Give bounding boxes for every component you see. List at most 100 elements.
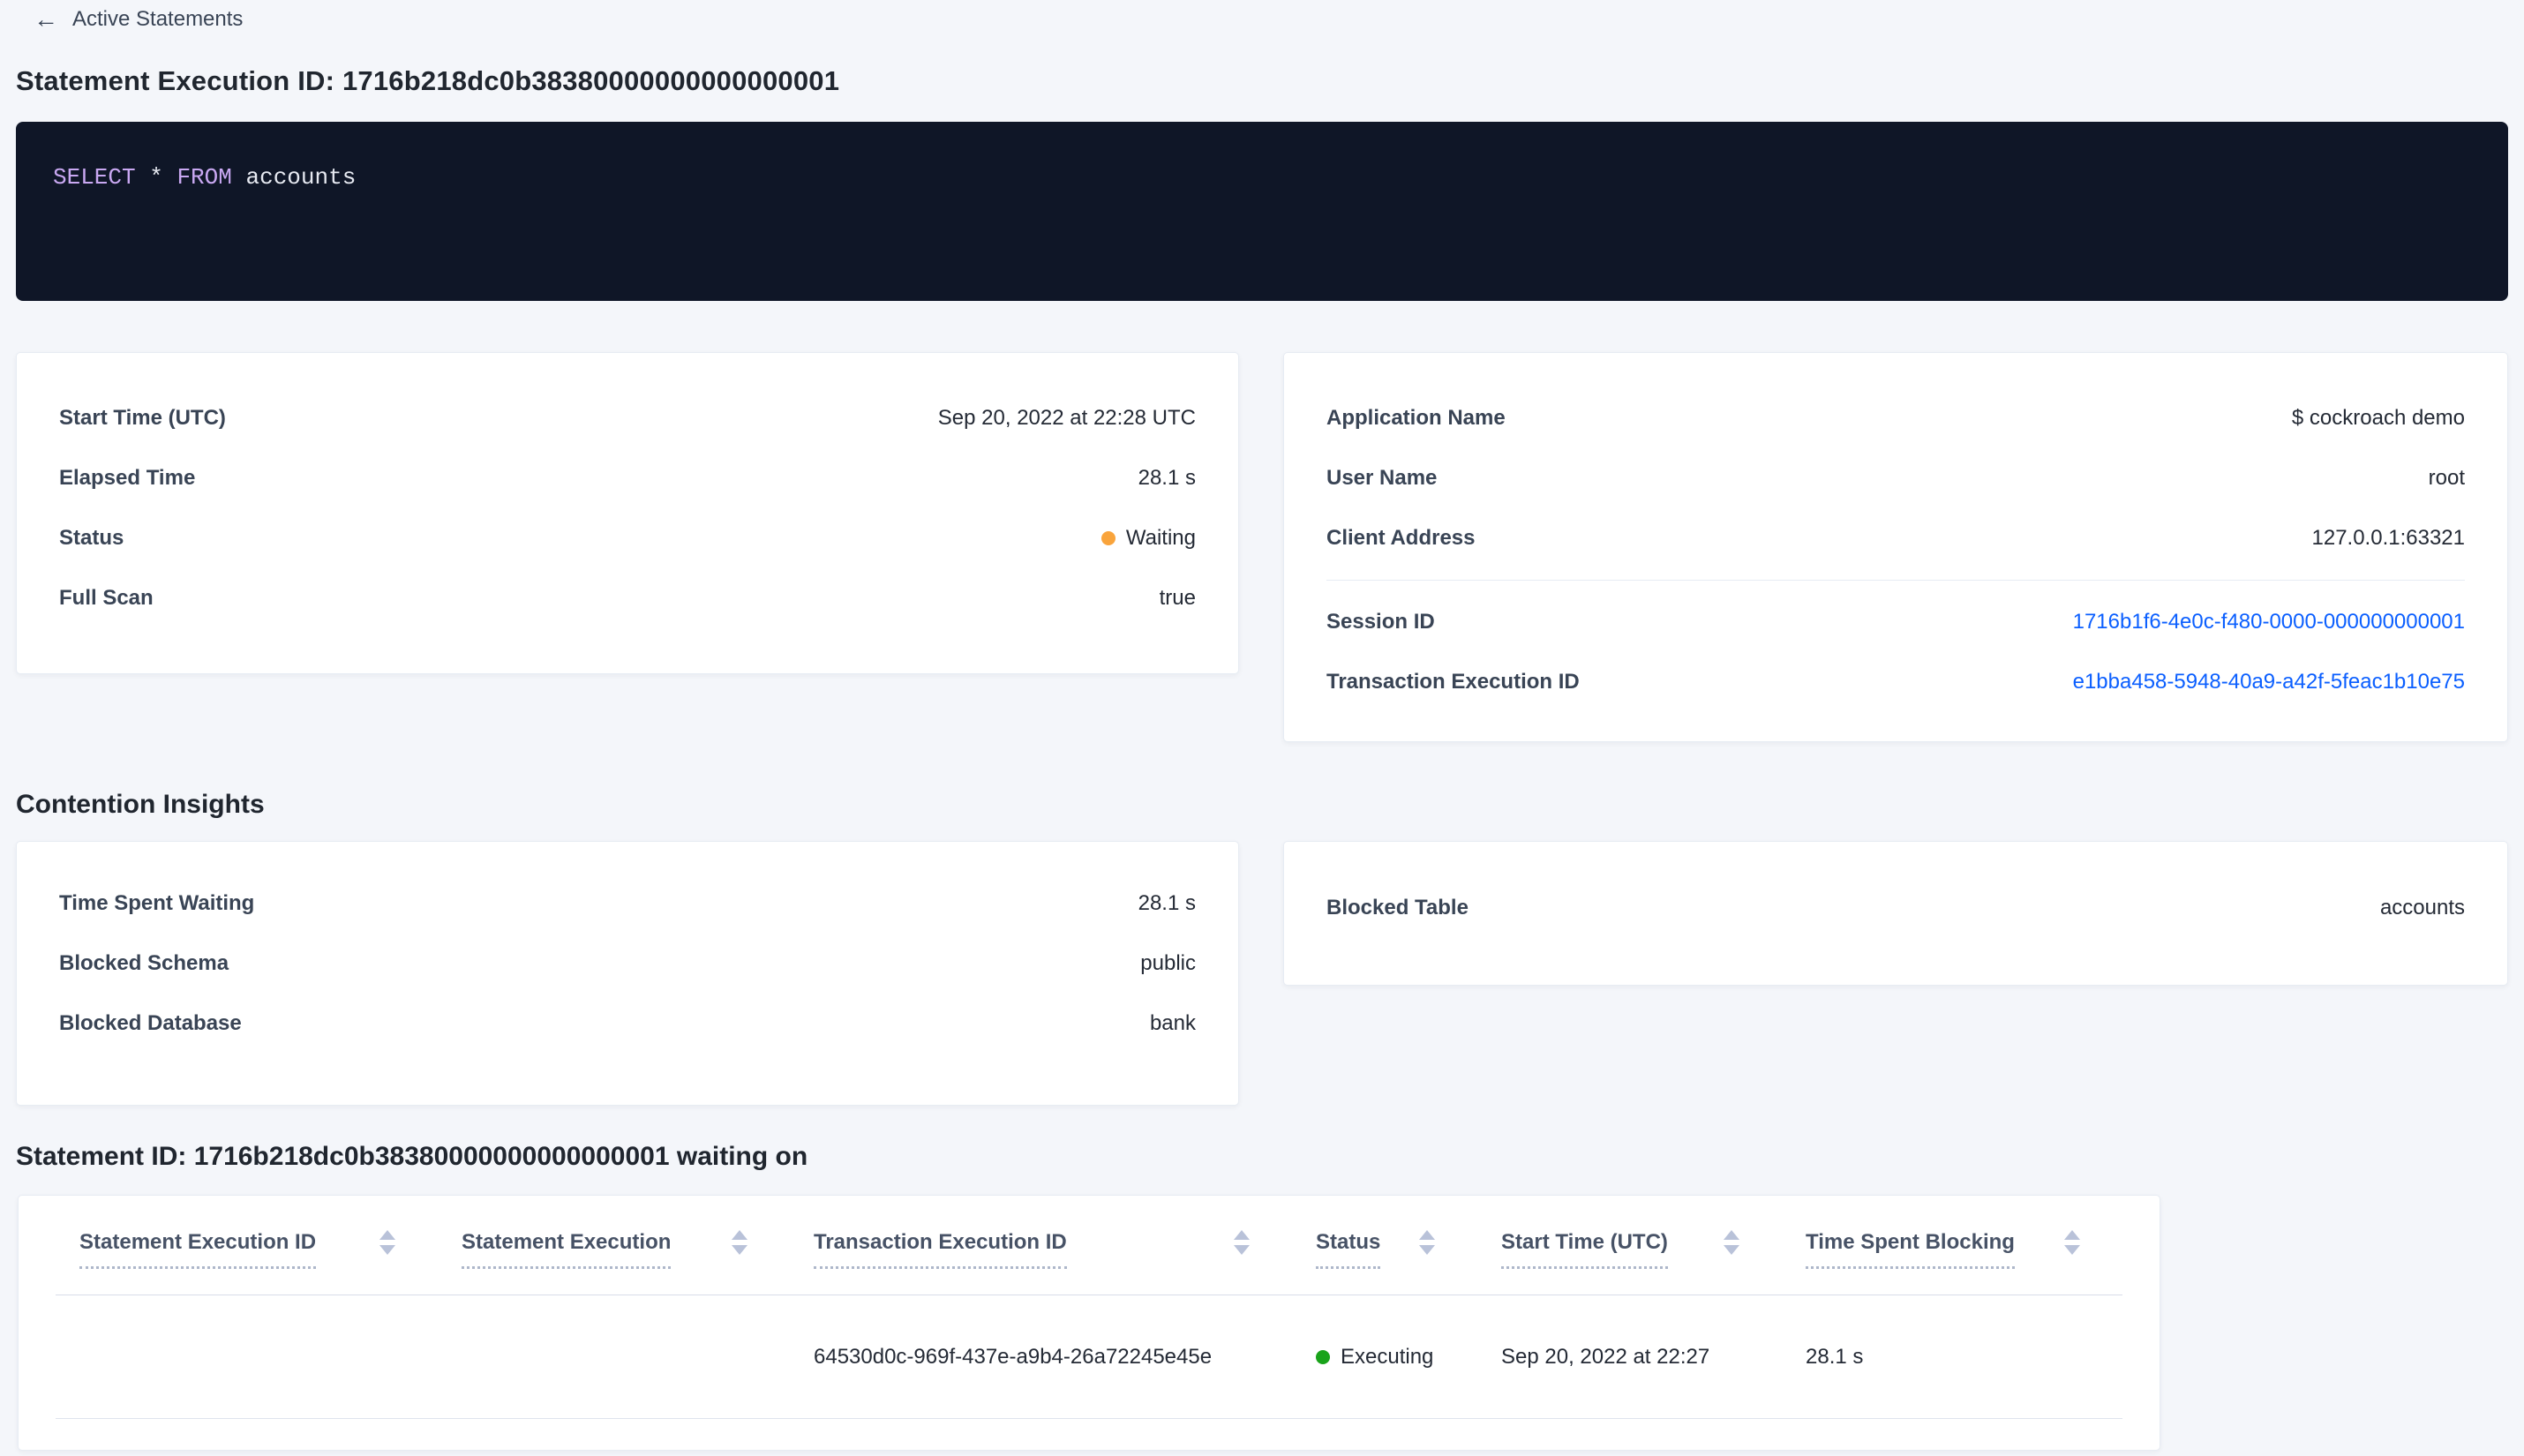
overview-row-full-scan: Full Scan true: [59, 568, 1196, 628]
cell-transaction-execution-id: 64530d0c-969f-437e-a9b4-26a72245e45e: [814, 1344, 1213, 1369]
start-time-value: Sep 20, 2022 at 22:28 UTC: [937, 406, 1196, 430]
table-row: 64530d0c-969f-437e-a9b4-26a72245e45e Exe…: [56, 1295, 2122, 1419]
sql-star: *: [149, 164, 163, 191]
cell-time-spent-blocking: 28.1 s: [1806, 1344, 1864, 1369]
full-scan-value: true: [1159, 586, 1196, 610]
blocked-database-value: bank: [1149, 1011, 1196, 1035]
waiting-statements-table: Statement Execution ID Statement Executi…: [18, 1195, 2160, 1451]
status-value: Waiting: [1100, 526, 1196, 551]
sort-asc-icon: [2064, 1230, 2080, 1240]
overview-row-status: Status Waiting: [59, 508, 1196, 568]
overview-row-start-time: Start Time (UTC) Sep 20, 2022 at 22:28 U…: [59, 388, 1196, 448]
cell-status: Executing: [1292, 1345, 1477, 1370]
transaction-execution-id-link[interactable]: e1bba458-5948-40a9-a42f-5feac1b10e75: [2073, 670, 2465, 694]
client-address-value: 127.0.0.1:63321: [2311, 526, 2466, 550]
status-label: Status: [59, 526, 124, 550]
sort-desc-icon: [379, 1245, 395, 1255]
contention-row-time-spent-waiting: Time Spent Waiting 28.1 s: [59, 874, 1196, 934]
column-header-time-spent-blocking[interactable]: Time Spent Blocking: [1782, 1229, 2122, 1269]
statement-execution-details-page: ← Active Statements Statement Execution …: [0, 0, 2524, 1451]
blocked-database-label: Blocked Database: [59, 1011, 242, 1035]
blocked-table-card: Blocked Table accounts: [1283, 841, 2508, 986]
sql-keyword-select: SELECT: [53, 164, 136, 191]
sort-asc-icon: [732, 1230, 747, 1240]
blocked-table-label: Blocked Table: [1326, 896, 1469, 919]
contention-insights-heading: Contention Insights: [16, 790, 265, 819]
overview-row-elapsed-time: Elapsed Time 28.1 s: [59, 448, 1196, 508]
sql-keyword-from: FROM: [177, 164, 232, 191]
sql-statement-box: SELECT * FROM accounts: [16, 122, 2508, 301]
sort-arrows-icon[interactable]: [1419, 1230, 1435, 1255]
sort-asc-icon: [1234, 1230, 1250, 1240]
table-header-row: Statement Execution ID Statement Executi…: [56, 1196, 2122, 1295]
application-name-value: $ cockroach demo: [2291, 406, 2465, 430]
sort-arrows-icon[interactable]: [379, 1230, 395, 1255]
contention-row-blocked-table: Blocked Table accounts: [1326, 878, 2465, 938]
column-header-status[interactable]: Status: [1292, 1229, 1477, 1269]
session-details-card: Application Name $ cockroach demo User N…: [1283, 352, 2508, 742]
sort-asc-icon: [379, 1230, 395, 1240]
overview-card: Start Time (UTC) Sep 20, 2022 at 22:28 U…: [16, 352, 1239, 674]
user-name-label: User Name: [1326, 466, 1438, 490]
sort-arrows-icon[interactable]: [1234, 1230, 1250, 1255]
contention-row-blocked-database: Blocked Database bank: [59, 994, 1196, 1054]
elapsed-time-label: Elapsed Time: [59, 466, 196, 490]
sql-table-name: accounts: [245, 164, 357, 191]
cell-status-text: Executing: [1341, 1344, 1434, 1369]
arrow-left-icon: ←: [34, 5, 58, 33]
time-spent-blocking-column-label[interactable]: Time Spent Blocking: [1806, 1229, 2015, 1269]
application-name-label: Application Name: [1326, 406, 1506, 430]
session-row-client-address: Client Address 127.0.0.1:63321: [1326, 508, 2465, 568]
sort-arrows-icon[interactable]: [2064, 1230, 2080, 1255]
sort-desc-icon: [732, 1245, 747, 1255]
session-card-divider: [1326, 580, 2465, 581]
contention-cards-row: Time Spent Waiting 28.1 s Blocked Schema…: [16, 841, 2508, 1106]
status-value-text: Waiting: [1125, 526, 1196, 550]
session-id-label: Session ID: [1326, 610, 1435, 634]
sort-desc-icon: [1724, 1245, 1739, 1255]
sort-asc-icon: [1419, 1230, 1435, 1240]
column-header-start-time[interactable]: Start Time (UTC): [1477, 1229, 1782, 1269]
transaction-execution-id-label: Transaction Execution ID: [1326, 670, 1580, 694]
status-dot-executing-icon: [1316, 1349, 1330, 1364]
sort-asc-icon: [1724, 1230, 1739, 1240]
status-dot-waiting-icon: [1100, 531, 1116, 545]
blocked-schema-label: Blocked Schema: [59, 951, 229, 975]
session-row-transaction-execution-id: Transaction Execution ID e1bba458-5948-4…: [1326, 652, 2465, 712]
time-spent-waiting-value: 28.1 s: [1138, 891, 1196, 915]
page-title: Statement Execution ID: 1716b218dc0b3838…: [16, 65, 840, 96]
column-header-transaction-execution-id[interactable]: Transaction Execution ID: [790, 1229, 1292, 1269]
transaction-execution-id-column-label[interactable]: Transaction Execution ID: [814, 1229, 1067, 1269]
overview-cards-row: Start Time (UTC) Sep 20, 2022 at 22:28 U…: [16, 352, 2508, 742]
start-time-column-label[interactable]: Start Time (UTC): [1501, 1229, 1668, 1269]
client-address-label: Client Address: [1326, 526, 1476, 550]
sort-desc-icon: [1234, 1245, 1250, 1255]
blocked-table-value: accounts: [2379, 896, 2465, 919]
contention-row-blocked-schema: Blocked Schema public: [59, 934, 1196, 994]
session-row-session-id: Session ID 1716b1f6-4e0c-f480-0000-00000…: [1326, 592, 2465, 652]
user-name-value: root: [2428, 466, 2465, 490]
back-link-label: Active Statements: [72, 7, 244, 31]
waiting-on-heading: Statement ID: 1716b218dc0b38380000000000…: [16, 1142, 808, 1171]
blocked-schema-value: public: [1140, 951, 1196, 975]
start-time-label: Start Time (UTC): [59, 406, 226, 430]
time-spent-waiting-label: Time Spent Waiting: [59, 891, 255, 915]
sort-desc-icon: [1419, 1245, 1435, 1255]
status-column-label[interactable]: Status: [1316, 1229, 1381, 1269]
column-header-statement-execution-id[interactable]: Statement Execution ID: [56, 1229, 438, 1269]
session-row-application-name: Application Name $ cockroach demo: [1326, 388, 2465, 448]
sort-arrows-icon[interactable]: [1724, 1230, 1739, 1255]
session-id-link[interactable]: 1716b1f6-4e0c-f480-0000-000000000001: [2073, 610, 2465, 634]
sql-statement-text: SELECT * FROM accounts: [53, 164, 356, 191]
session-row-user-name: User Name root: [1326, 448, 2465, 508]
cell-start-time: Sep 20, 2022 at 22:27: [1501, 1344, 1710, 1369]
elapsed-time-value: 28.1 s: [1138, 466, 1196, 490]
back-to-active-statements-link[interactable]: ← Active Statements: [34, 7, 243, 32]
sort-arrows-icon[interactable]: [732, 1230, 747, 1255]
statement-execution-id-column-label[interactable]: Statement Execution ID: [79, 1229, 317, 1269]
column-header-statement-execution[interactable]: Statement Execution: [438, 1229, 790, 1269]
statement-execution-column-label[interactable]: Statement Execution: [462, 1229, 672, 1269]
contention-details-card: Time Spent Waiting 28.1 s Blocked Schema…: [16, 841, 1239, 1106]
sort-desc-icon: [2064, 1245, 2080, 1255]
full-scan-label: Full Scan: [59, 586, 154, 610]
